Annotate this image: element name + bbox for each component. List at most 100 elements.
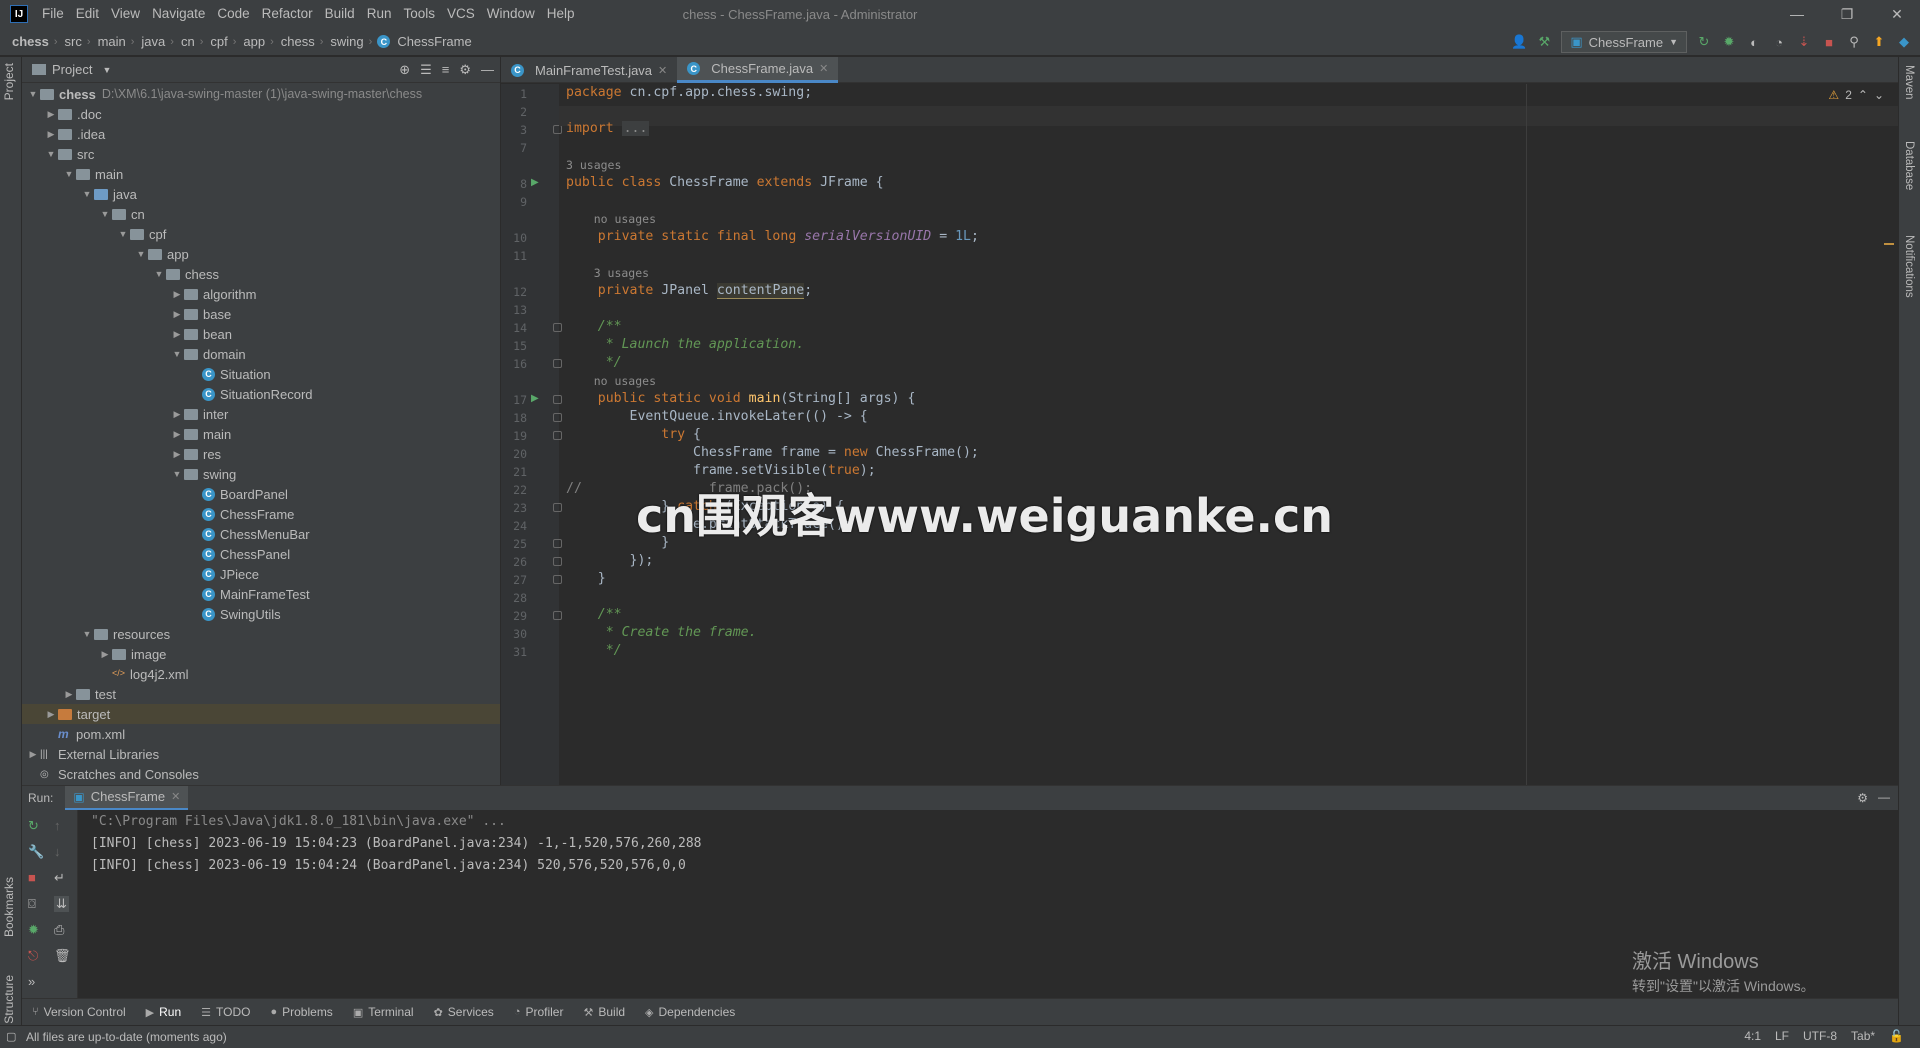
tool-tab-problems[interactable]: ● Problems <box>270 1005 332 1019</box>
arrow-down-icon[interactable]: ↓ <box>54 844 61 859</box>
locate-icon[interactable]: ⊕ <box>399 62 410 78</box>
fold-marker-icon[interactable] <box>553 125 562 134</box>
tree-item[interactable]: C ChessPanel <box>22 544 500 564</box>
gear-icon[interactable]: ⚙ <box>459 62 471 78</box>
tool-tab-profiler[interactable]: ◔ Profiler <box>514 1005 564 1019</box>
breadcrumb-item[interactable]: ChessFrame <box>393 34 473 49</box>
breadcrumb-item[interactable]: app <box>239 34 267 49</box>
chevron-down-icon[interactable]: ▼ <box>80 189 94 199</box>
tool-tab-build[interactable]: ⚒ Build <box>583 1005 625 1019</box>
tree-item[interactable]: ▶ test <box>22 684 500 704</box>
chevron-up-icon[interactable]: ⌃ <box>1858 88 1868 102</box>
expand-all-icon[interactable]: ☰ <box>420 62 432 78</box>
run-configuration-select[interactable]: ▣ ChessFrame ▼ <box>1561 31 1687 53</box>
code-line[interactable]: /** <box>566 319 622 334</box>
editor-gutter[interactable]: 1 2 3 7 8 ▶ 9 10 11 12 13 14 15 16 17 ▶ 18 19 20 21 22 23 24 25… <box>501 84 562 785</box>
close-icon[interactable]: ✕ <box>819 62 828 75</box>
breadcrumb-item[interactable]: swing <box>326 34 365 49</box>
user-icon[interactable]: 👤 <box>1511 34 1527 50</box>
chevron-right-icon[interactable]: ▶ <box>170 429 184 440</box>
breadcrumb-item[interactable]: chess <box>277 34 317 49</box>
tree-item[interactable]: C BoardPanel <box>22 484 500 504</box>
fold-marker-icon[interactable] <box>553 395 562 404</box>
tab-notifications[interactable]: Notifications <box>1903 235 1915 298</box>
rerun-icon[interactable]: ↻ <box>28 818 39 834</box>
debug-icon[interactable]: ✹ <box>1721 34 1737 50</box>
tree-item[interactable]: ◎ Scratches and Consoles <box>22 764 500 784</box>
minimize-button[interactable]: — <box>1774 0 1820 28</box>
stop-icon[interactable]: ■ <box>28 870 36 885</box>
tab-database[interactable]: Database <box>1903 141 1915 190</box>
fold-marker-icon[interactable] <box>553 575 562 584</box>
tree-item[interactable]: C JPiece <box>22 564 500 584</box>
indent-setting[interactable]: Tab* <box>1851 1029 1875 1043</box>
more-icon[interactable]: » <box>28 974 35 989</box>
usages-hint[interactable]: 3 usages <box>566 266 649 280</box>
status-icon[interactable]: ▢ <box>6 1030 16 1043</box>
tool-tab-services[interactable]: ✿ Services <box>434 1005 494 1019</box>
tool-tab-version-control[interactable]: ⑂ Version Control <box>32 1005 126 1019</box>
stop-icon[interactable]: ■ <box>1821 34 1837 50</box>
code-line[interactable]: }); <box>566 553 654 568</box>
rerun-icon[interactable]: ↻ <box>1696 34 1712 50</box>
tool-tab-terminal[interactable]: ▣ Terminal <box>353 1005 414 1019</box>
arrow-up-icon[interactable]: ↑ <box>54 818 61 833</box>
tab-mainframetest[interactable]: C MainFrameTest.java ✕ <box>501 57 677 83</box>
chevron-right-icon[interactable]: ▶ <box>170 329 184 340</box>
breadcrumb-item[interactable]: chess <box>8 34 51 49</box>
trash-icon[interactable]: 🗑 <box>54 948 71 964</box>
tree-item[interactable]: ▶ bean <box>22 324 500 344</box>
run-console[interactable]: ↻ 🔧 ■ ⌼ ✹ ⎋ » ↑ ↓ ↵ ⇊ ⎙ 🗑 "C:\Program Fi… <box>22 810 1898 998</box>
tree-item[interactable]: ▶ image <box>22 644 500 664</box>
tree-item[interactable]: ▶ base <box>22 304 500 324</box>
tool-tab-todo[interactable]: ☰ TODO <box>201 1005 250 1019</box>
tree-item[interactable]: ▼ java <box>22 184 500 204</box>
hide-icon[interactable]: — <box>1878 790 1890 804</box>
tree-item[interactable]: ▼ cn <box>22 204 500 224</box>
chevron-right-icon[interactable]: ▶ <box>44 709 58 720</box>
tree-item[interactable]: ▼ swing <box>22 464 500 484</box>
chevron-down-icon[interactable]: ▼ <box>116 229 130 239</box>
tree-item[interactable]: ▶ .idea <box>22 124 500 144</box>
tree-item[interactable]: ▼ cpf <box>22 224 500 244</box>
code-editor[interactable]: 1 2 3 7 8 ▶ 9 10 11 12 13 14 15 16 17 ▶ 18 19 20 21 22 23 24 25… <box>501 84 1898 785</box>
tree-item[interactable]: C SwingUtils <box>22 604 500 624</box>
chevron-down-icon[interactable]: ⌄ <box>1874 88 1884 102</box>
file-encoding[interactable]: UTF-8 <box>1803 1029 1837 1043</box>
close-button[interactable]: ✕ <box>1874 0 1920 28</box>
fold-marker-icon[interactable] <box>553 611 562 620</box>
tree-item[interactable]: ▶ inter <box>22 404 500 424</box>
close-icon[interactable]: ✕ <box>171 790 180 803</box>
debug-icon[interactable]: ✹ <box>28 922 39 938</box>
breadcrumb-item[interactable]: cpf <box>206 34 229 49</box>
scroll-to-end-icon[interactable]: ⇊ <box>54 896 69 912</box>
chevron-right-icon[interactable]: ▶ <box>170 289 184 300</box>
tree-item[interactable]: ▼ resources <box>22 624 500 644</box>
chevron-right-icon[interactable]: ▶ <box>170 449 184 460</box>
code-line[interactable]: frame.setVisible(true); <box>566 463 876 478</box>
fold-marker-icon[interactable] <box>553 359 562 368</box>
fold-marker-icon[interactable] <box>553 413 562 422</box>
close-icon[interactable]: ✕ <box>658 64 667 77</box>
chevron-down-icon[interactable]: ▼ <box>98 209 112 219</box>
coverage-icon[interactable]: ◐ <box>1746 34 1762 50</box>
breadcrumb-item[interactable]: main <box>94 34 128 49</box>
caret-position[interactable]: 4:1 <box>1744 1029 1761 1043</box>
fold-marker-icon[interactable] <box>553 557 562 566</box>
tree-item[interactable]: ▼ chess <box>22 264 500 284</box>
profile-icon[interactable]: ◔ <box>1771 34 1787 50</box>
tree-item[interactable]: ▶ .doc <box>22 104 500 124</box>
fold-marker-icon[interactable] <box>553 503 562 512</box>
usages-hint[interactable]: no usages <box>566 212 656 226</box>
usages-hint[interactable]: no usages <box>566 374 656 388</box>
collapse-all-icon[interactable]: ≡ <box>442 62 450 78</box>
code-line[interactable]: } <box>566 571 606 586</box>
restore-button[interactable]: ❐ <box>1824 0 1870 28</box>
code-line[interactable]: private JPanel contentPane; <box>566 283 812 299</box>
tree-item[interactable]: ▶ main <box>22 424 500 444</box>
tree-item[interactable]: C Situation <box>22 364 500 384</box>
chevron-down-icon[interactable]: ▼ <box>44 149 58 159</box>
tree-item[interactable]: C ChessMenuBar <box>22 524 500 544</box>
exit-icon[interactable]: ⎋ <box>28 948 38 964</box>
camera-icon[interactable]: ⌼ <box>28 896 36 912</box>
